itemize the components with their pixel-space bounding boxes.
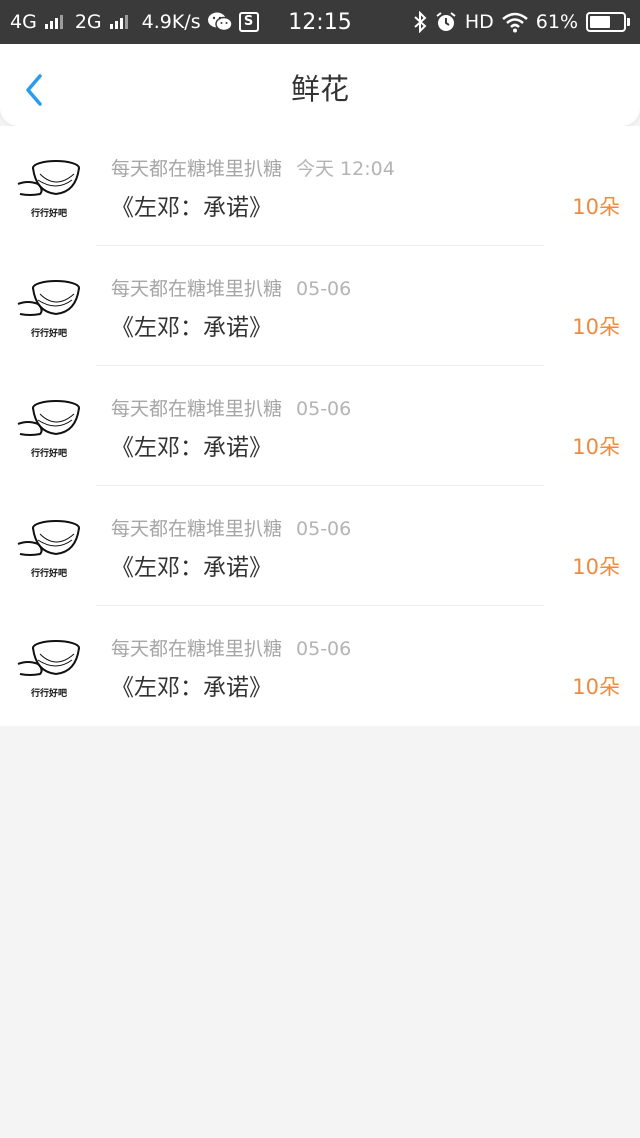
sender-name[interactable]: 每天都在糖堆里扒糖 [111,398,282,420]
hd-indicator: HD [464,11,494,33]
avatar-caption: 行行好吧 [30,207,67,219]
list-item[interactable]: 行行好吧 每天都在糖堆里扒糖 05-06 《左邓：承诺》 10朵 [0,486,640,606]
work-title[interactable]: 《左邓：承诺》 [111,668,272,702]
network-speed: 4.9K/s [141,11,201,33]
gift-meta: 每天都在糖堆里扒糖 05-06 [111,514,351,541]
navigation-bar: 鲜花 [0,44,640,126]
list-item[interactable]: 行行好吧 每天都在糖堆里扒糖 05-06 《左邓：承诺》 10朵 [0,246,640,366]
status-left: 4G 2G 4.9K/s S [10,0,259,44]
gift-date: 05-06 [296,398,352,420]
sender-name[interactable]: 每天都在糖堆里扒糖 [111,278,282,300]
alarm-icon [436,12,456,31]
flower-amount: 10朵 [572,195,620,219]
page-title: 鲜花 [290,72,349,106]
sender-name[interactable]: 每天都在糖堆里扒糖 [111,158,282,180]
work-title[interactable]: 《左邓：承诺》 [111,188,272,222]
chevron-left-icon [26,74,42,106]
work-title[interactable]: 《左邓：承诺》 [111,308,272,342]
s-app-icon: S [238,12,259,32]
wechat-icon [207,12,233,32]
work-title[interactable]: 《左邓：承诺》 [111,428,272,462]
avatar-caption: 行行好吧 [30,567,67,579]
network-type-2g: 2G [74,11,102,33]
bowl-avatar-icon[interactable]: 行行好吧 [16,634,82,700]
signal-bars-icon [44,15,63,29]
gift-date: 05-06 [296,278,352,300]
gift-date: 05-06 [296,518,352,540]
battery-percent: 61% [535,11,578,33]
network-type-4g: 4G [10,11,37,33]
flower-amount: 10朵 [572,675,620,699]
gift-date: 05-06 [296,638,352,660]
flower-amount: 10朵 [572,435,620,459]
flower-amount: 10朵 [572,555,620,579]
gift-meta: 每天都在糖堆里扒糖 05-06 [111,274,351,301]
sender-name[interactable]: 每天都在糖堆里扒糖 [111,518,282,540]
gift-meta: 每天都在糖堆里扒糖 05-06 [111,634,351,661]
gift-meta: 每天都在糖堆里扒糖 05-06 [111,394,351,421]
list-item[interactable]: 行行好吧 每天都在糖堆里扒糖 今天 12:04 《左邓：承诺》 10朵 [0,126,640,246]
avatar-caption: 行行好吧 [30,687,67,699]
bowl-avatar-icon[interactable]: 行行好吧 [16,154,82,220]
back-button[interactable] [14,62,60,108]
bluetooth-icon [414,11,427,33]
bowl-avatar-icon[interactable]: 行行好吧 [16,514,82,580]
bowl-avatar-icon[interactable]: 行行好吧 [16,394,82,460]
wifi-icon [501,12,528,33]
list-item[interactable]: 行行好吧 每天都在糖堆里扒糖 05-06 《左邓：承诺》 10朵 [0,366,640,486]
status-right: HD 61% [413,0,630,44]
flower-amount: 10朵 [572,315,620,339]
avatar-caption: 行行好吧 [30,327,67,339]
bowl-avatar-icon[interactable]: 行行好吧 [16,274,82,340]
status-bar: 4G 2G 4.9K/s S 12:15 HD 61% [0,0,640,44]
battery-icon [586,12,630,32]
sender-name[interactable]: 每天都在糖堆里扒糖 [111,638,282,660]
battery-fill [590,16,610,28]
list-item[interactable]: 行行好吧 每天都在糖堆里扒糖 05-06 《左邓：承诺》 10朵 [0,606,640,726]
flower-gift-list: 行行好吧 每天都在糖堆里扒糖 今天 12:04 《左邓：承诺》 10朵 行行好吧 … [0,126,640,726]
gift-meta: 每天都在糖堆里扒糖 今天 12:04 [111,154,395,181]
gift-date: 今天 12:04 [296,158,395,180]
signal-bars-icon [109,15,128,29]
avatar-caption: 行行好吧 [30,447,67,459]
work-title[interactable]: 《左邓：承诺》 [111,548,272,582]
